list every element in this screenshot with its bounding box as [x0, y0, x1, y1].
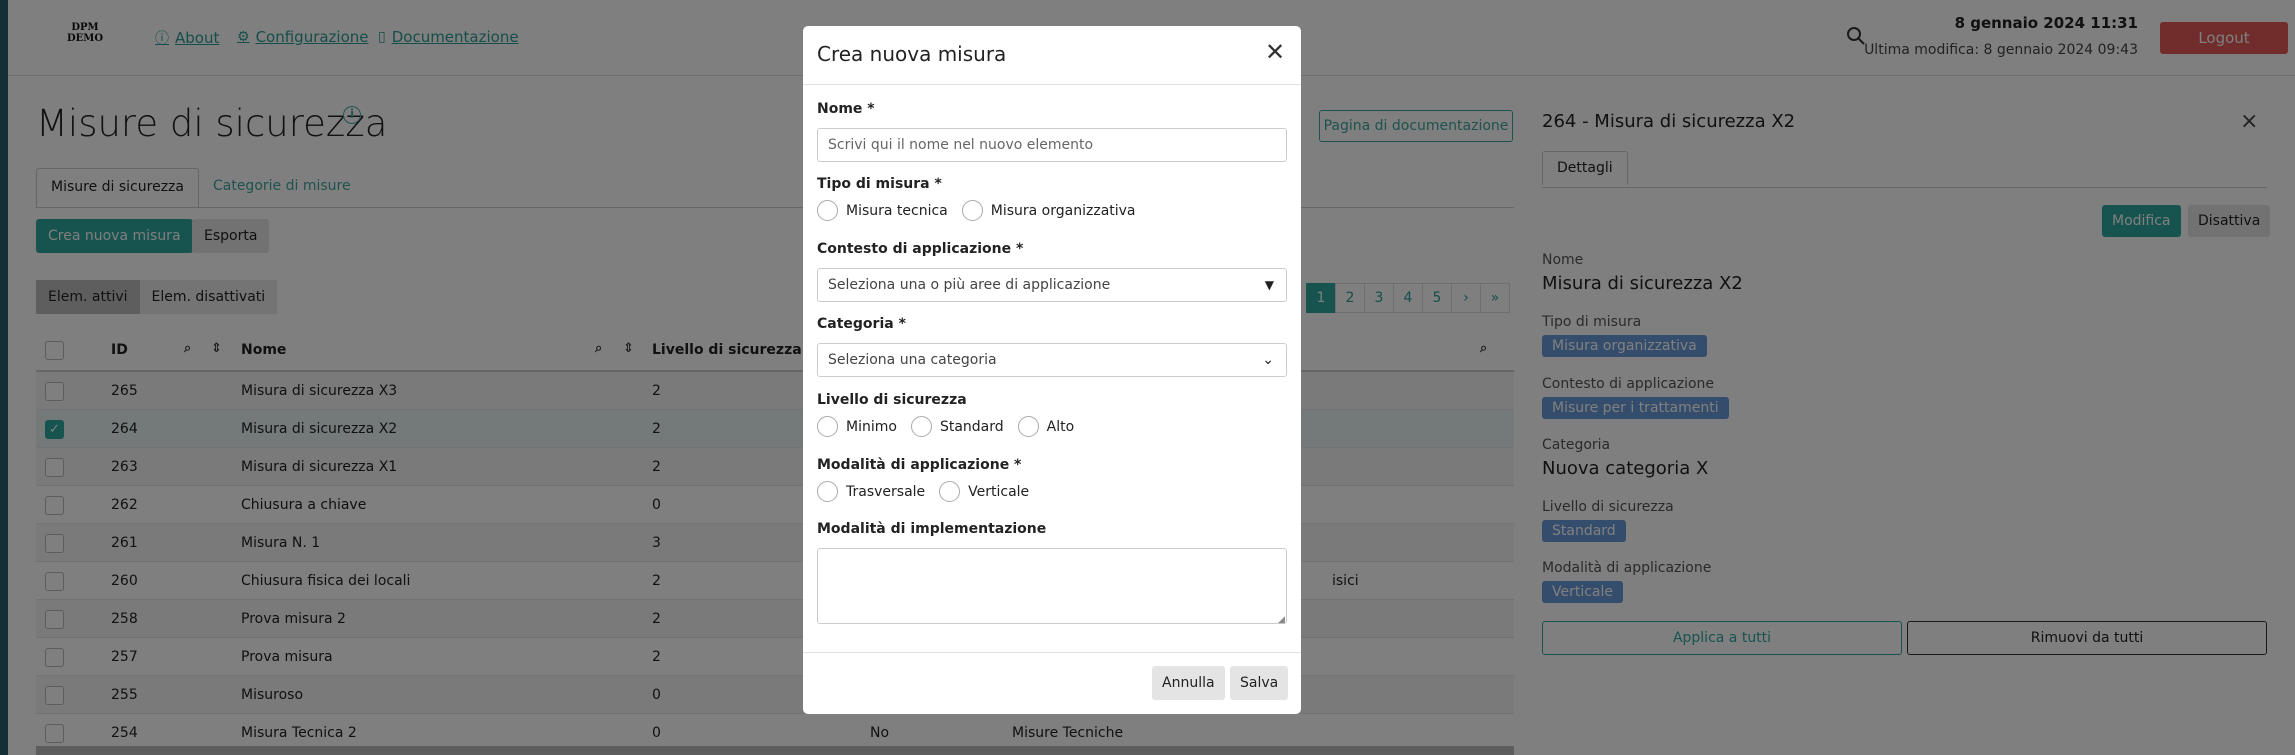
radio-trasversale[interactable]: [817, 481, 838, 502]
modal-footer-divider: [803, 652, 1301, 653]
context-label: Contesto di applicazione *: [817, 241, 1024, 257]
impl-label: Modalità di implementazione: [817, 521, 1047, 537]
modal-header: Crea nuova misura ✕: [803, 26, 1301, 85]
chevron-down-icon: ⌄: [1262, 352, 1274, 368]
radio-alto[interactable]: [1017, 416, 1039, 437]
cancel-button[interactable]: Annulla: [1152, 666, 1225, 700]
radio-label: Misura organizzativa: [990, 202, 1136, 219]
radio-misura-tecnica[interactable]: [817, 200, 838, 221]
category-placeholder: Seleziona una categoria: [828, 352, 997, 368]
radio-label: Trasversale: [846, 483, 926, 500]
radio-label: Verticale: [968, 483, 1030, 500]
caret-down-icon: ▼: [1264, 278, 1274, 292]
category-label: Categoria *: [817, 316, 906, 332]
mode-radio-group: Trasversale Verticale: [817, 481, 1043, 502]
category-select[interactable]: Seleziona una categoria ⌄: [817, 343, 1287, 377]
level-radio-group: Minimo Standard Alto: [817, 416, 1088, 437]
implementation-textarea[interactable]: [817, 548, 1287, 624]
type-radio-group: Misura tecnica Misura organizzativa: [817, 200, 1150, 221]
save-button[interactable]: Salva: [1230, 666, 1289, 700]
close-icon[interactable]: ✕: [1265, 40, 1285, 64]
radio-standard[interactable]: [910, 416, 932, 437]
context-placeholder: Seleziona una o più aree di applicazione: [828, 277, 1111, 293]
type-label: Tipo di misura *: [817, 176, 942, 192]
mode-label: Modalità di applicazione *: [817, 457, 1022, 473]
context-multiselect[interactable]: Seleziona una o più aree di applicazione…: [817, 268, 1287, 302]
level-label: Livello di sicurezza: [817, 392, 967, 408]
create-measure-modal: Crea nuova misura ✕ Nome * Tipo di misur…: [803, 26, 1301, 714]
radio-label: Minimo: [846, 418, 897, 435]
radio-label: Alto: [1046, 418, 1075, 435]
radio-label: Standard: [939, 418, 1004, 435]
name-input[interactable]: [817, 128, 1287, 162]
resize-handle-icon[interactable]: ◢: [1278, 615, 1285, 625]
radio-verticale[interactable]: [939, 481, 961, 502]
radio-misura-organizzativa[interactable]: [961, 200, 983, 221]
radio-minimo[interactable]: [817, 416, 838, 437]
radio-label: Misura tecnica: [846, 202, 948, 219]
modal-title: Crea nuova misura: [817, 42, 1007, 66]
name-label: Nome *: [817, 101, 875, 117]
